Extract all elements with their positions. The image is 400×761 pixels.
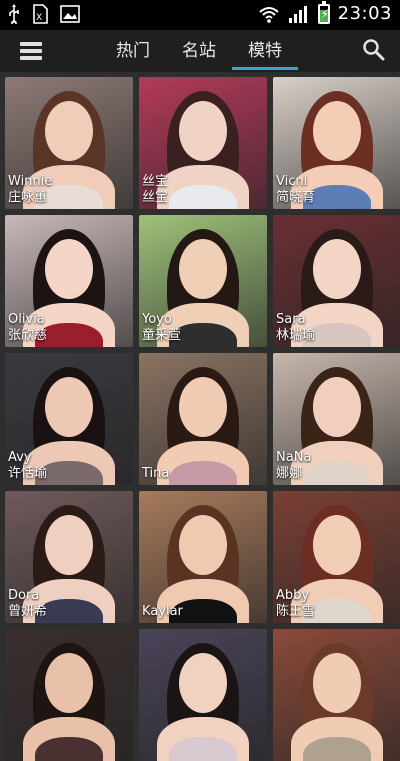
model-caption: 丝宝 丝宝 [142,174,168,206]
model-name: Avy [8,450,32,465]
model-card[interactable]: 丝宝 丝宝 [139,77,267,209]
model-caption: Olivia 张欣慈 [8,312,47,344]
model-chinese-name: 许恬瑜 [8,466,48,481]
model-card[interactable]: Abby 陈玉雪 [273,491,400,623]
model-card[interactable]: Dora 曾妍希 [5,491,133,623]
search-icon[interactable] [362,38,386,62]
model-caption: Sara 林瑞瑜 [276,312,315,344]
model-name: Winnie [8,174,53,189]
model-card[interactable]: Vicni 简晓育 [273,77,400,209]
model-name: NaNa [276,450,312,465]
model-name: 丝宝 [142,174,169,189]
model-grid: Winnie 庄咏蕙 丝宝 丝宝 Vicni 简晓育 Olivia 张欣慈 Yoyo 童采萱 Sar… [0,72,400,761]
model-chinese-name: 娜娜 [276,466,303,481]
model-name: Olivia [8,312,45,327]
model-caption: NaNa 娜娜 [276,450,311,482]
model-card[interactable]: Winnie 庄咏蕙 [5,77,133,209]
system-icons: ⚡ 23:03 [258,0,392,24]
menu-icon[interactable] [20,42,42,60]
model-chinese-name: 林瑞瑜 [276,328,316,343]
tab-hot[interactable]: 热门 [100,30,166,72]
svg-text:X: X [36,13,42,23]
model-chinese-name: 简晓育 [276,190,316,205]
sim-icon: X [33,4,48,24]
clock: 23:03 [337,3,392,24]
model-name: Abby [276,588,310,603]
notification-icons: X [8,4,80,24]
app-toolbar: 热门 名站 模特 [0,30,400,72]
model-chinese-name: 陈玉雪 [276,604,316,619]
model-card[interactable] [273,629,400,761]
tab-models[interactable]: 模特 [232,30,298,72]
signal-icon [288,5,307,23]
model-name: Sara [276,312,306,327]
model-caption: Tina [142,466,169,482]
battery-charging-icon: ⚡ [317,0,330,24]
model-photo [5,629,133,761]
model-name: Vicni [276,174,308,189]
model-photo [273,629,400,761]
model-card[interactable]: Avy 许恬瑜 [5,353,133,485]
image-icon [60,5,80,23]
model-chinese-name: 丝宝 [142,190,169,205]
model-name: Yoyo [142,312,172,327]
status-bar: X ⚡ 23:03 [0,0,400,30]
model-caption: Winnie 庄咏蕙 [8,174,52,206]
model-card[interactable] [139,629,267,761]
model-name: Tina [142,466,170,481]
usb-icon [9,4,19,24]
model-caption: Dora 曾妍希 [8,588,47,620]
model-card[interactable]: NaNa 娜娜 [273,353,400,485]
model-name: Dora [8,588,40,603]
model-card[interactable]: Kaylar [139,491,267,623]
model-caption: Yoyo 童采萱 [142,312,181,344]
model-chinese-name: 张欣慈 [8,328,48,343]
model-caption: Vicni 简晓育 [276,174,315,206]
model-card[interactable]: Olivia 张欣慈 [5,215,133,347]
model-caption: Abby 陈玉雪 [276,588,315,620]
model-caption: Avy 许恬瑜 [8,450,47,482]
model-card[interactable]: Tina [139,353,267,485]
model-card[interactable] [5,629,133,761]
model-card[interactable]: Yoyo 童采萱 [139,215,267,347]
model-card[interactable]: Sara 林瑞瑜 [273,215,400,347]
tab-famous-sites[interactable]: 名站 [166,30,232,72]
model-caption: Kaylar [142,604,183,620]
model-chinese-name: 庄咏蕙 [8,190,48,205]
wifi-icon [258,6,279,23]
model-name: Kaylar [142,604,183,619]
model-chinese-name: 曾妍希 [8,604,48,619]
category-tabs: 热门 名站 模特 [100,30,298,72]
model-chinese-name: 童采萱 [142,328,182,343]
model-photo [139,629,267,761]
